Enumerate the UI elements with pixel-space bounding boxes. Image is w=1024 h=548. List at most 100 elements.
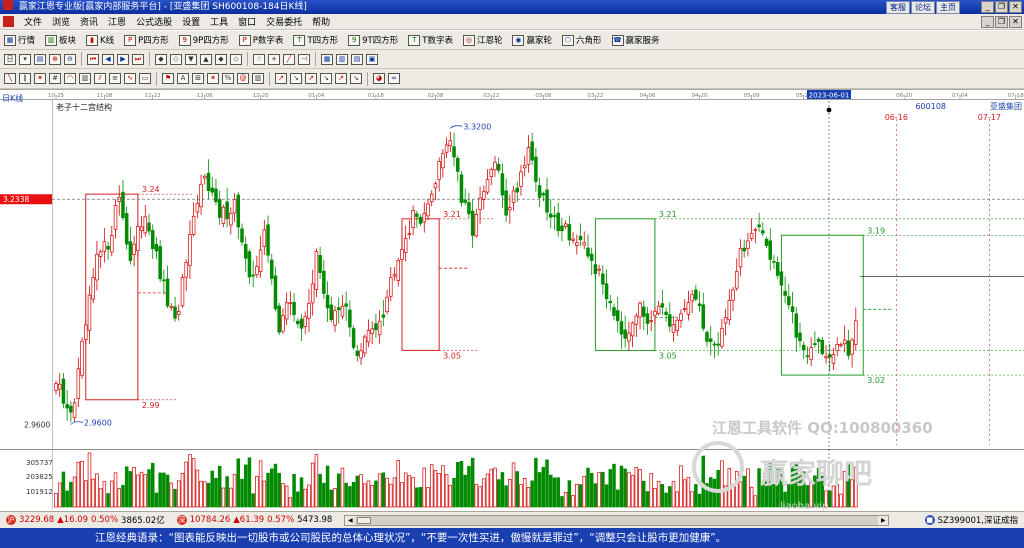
channel-icon[interactable]: ⫽ bbox=[94, 73, 106, 84]
tile-icon[interactable]: ▤ bbox=[34, 53, 46, 65]
gann-icon[interactable]: ⊞ bbox=[192, 73, 204, 84]
doc-minimize-icon[interactable]: _ bbox=[981, 16, 994, 28]
arrow-icon[interactable]: ↘ bbox=[350, 73, 362, 84]
tool-service[interactable]: ☎ 赢家服务 bbox=[611, 34, 660, 46]
scroll-thumb[interactable] bbox=[357, 516, 372, 524]
menu-help[interactable]: 帮助 bbox=[312, 15, 330, 28]
scroll-right-icon[interactable]: ▶ bbox=[878, 515, 889, 525]
link-service[interactable]: 客服 bbox=[886, 1, 910, 14]
arrow-icon[interactable]: ↗ bbox=[305, 73, 317, 84]
box-icon[interactable]: ▭ bbox=[139, 73, 151, 84]
menu-tools[interactable]: 工具 bbox=[210, 15, 228, 28]
grid-icon[interactable]: # bbox=[49, 73, 61, 84]
fan-icon[interactable]: ✶ bbox=[34, 73, 46, 84]
tool-icon[interactable]: ⚑ bbox=[162, 73, 174, 84]
volume-bar-up bbox=[511, 462, 516, 508]
link-forum[interactable]: 论坛 bbox=[911, 1, 935, 14]
period-icon[interactable]: 日 bbox=[4, 53, 16, 65]
sz-index-cell[interactable]: 深 10784.26 ▲61.39 0.57% 5473.98 bbox=[171, 515, 339, 525]
menu-browse[interactable]: 浏览 bbox=[52, 15, 70, 28]
tool-p-table[interactable]: P P数字表 bbox=[238, 34, 283, 46]
status-bar: 沪 3229.68 ▲16.09 0.50% 3865.02亿 深 10784.… bbox=[0, 511, 1024, 528]
volume-bar-down bbox=[162, 472, 166, 508]
line-icon[interactable]: ╱ bbox=[283, 53, 295, 65]
scroll-left-icon[interactable]: ◀ bbox=[345, 515, 356, 525]
tool-quotes[interactable]: ▦ 行情 bbox=[4, 34, 35, 46]
last-icon[interactable]: ⏭ bbox=[132, 53, 144, 65]
tool-sectors[interactable]: ▥ 板块 bbox=[45, 34, 76, 46]
hand-icon[interactable]: ☝ bbox=[253, 53, 265, 65]
tool-9p-square[interactable]: 9 9P四方形 bbox=[178, 34, 229, 46]
fan-icon[interactable]: ✶ bbox=[207, 73, 219, 84]
percent-icon[interactable]: % bbox=[222, 73, 234, 84]
menu-info[interactable]: 资讯 bbox=[80, 15, 98, 28]
link-home[interactable]: 主页 bbox=[936, 1, 960, 14]
arrow-icon[interactable]: ↗ bbox=[335, 73, 347, 84]
candle-up bbox=[746, 240, 750, 249]
candle-down bbox=[801, 344, 806, 351]
trend-line-icon[interactable]: ╲ bbox=[4, 73, 16, 84]
arrow-up-icon[interactable]: ▲ bbox=[200, 53, 212, 65]
doc-close-icon[interactable]: ✕ bbox=[1009, 16, 1022, 28]
first-icon[interactable]: ⏮ bbox=[87, 53, 99, 65]
arrow-icon[interactable]: ↘ bbox=[290, 73, 302, 84]
crosshair-icon[interactable]: + bbox=[268, 53, 280, 65]
diamond-icon[interactable]: ◆ bbox=[155, 53, 167, 65]
arrow-down-icon[interactable]: ▼ bbox=[185, 53, 197, 65]
diamond-icon[interactable]: ◇ bbox=[170, 53, 182, 65]
spiral-icon[interactable]: @ bbox=[237, 73, 249, 84]
layout-icon[interactable]: ▥ bbox=[336, 53, 348, 65]
diamond-icon[interactable]: ◆ bbox=[215, 53, 227, 65]
tool-p-square[interactable]: P P四方形 bbox=[124, 34, 169, 46]
color-wheel-icon[interactable]: ◕ bbox=[373, 73, 385, 84]
prev-icon[interactable]: ◀ bbox=[102, 53, 114, 65]
menu-gann[interactable]: 江恩 bbox=[108, 15, 126, 28]
dropdown-icon[interactable]: ▾ bbox=[19, 53, 31, 65]
chart-area[interactable]: 10-25 11-08 11-22 12-06 12-20 01-04 01-18 02-08… bbox=[0, 89, 1024, 511]
cycle-icon[interactable]: ∿ bbox=[124, 73, 136, 84]
arrow-icon[interactable]: ↗ bbox=[275, 73, 287, 84]
infinity-icon[interactable]: ∞ bbox=[388, 73, 400, 84]
candle-down bbox=[173, 306, 177, 319]
text-icon[interactable]: A bbox=[177, 73, 189, 84]
menu-file[interactable]: 文件 bbox=[24, 15, 42, 28]
candle-up bbox=[508, 207, 512, 211]
zoom-out-icon[interactable]: ⊖ bbox=[64, 53, 76, 65]
menu-settings[interactable]: 设置 bbox=[182, 15, 200, 28]
extreme-label: 3.3200 bbox=[463, 122, 491, 131]
restore-icon[interactable]: ❐ bbox=[995, 1, 1008, 13]
menu-window[interactable]: 窗口 bbox=[238, 15, 256, 28]
doc-restore-icon[interactable]: ❐ bbox=[995, 16, 1008, 28]
layout-icon[interactable]: ▤ bbox=[351, 53, 363, 65]
menu-trade[interactable]: 交易委托 bbox=[266, 15, 302, 28]
tool-hexagon[interactable]: ⬡ 六角形 bbox=[561, 34, 602, 46]
close-icon[interactable]: ✕ bbox=[1009, 1, 1022, 13]
sh-index-cell[interactable]: 沪 3229.68 ▲16.09 0.50% 3865.02亿 bbox=[0, 514, 171, 526]
tool-gann-wheel[interactable]: ◎ 江恩轮 bbox=[462, 34, 502, 46]
arc-icon[interactable]: ◠ bbox=[64, 73, 76, 84]
volume-bar-down bbox=[712, 478, 717, 508]
parallel-icon[interactable]: ∥ bbox=[19, 73, 31, 84]
tool-9t-square[interactable]: 9 9T四方形 bbox=[348, 34, 398, 46]
arrow-icon[interactable]: ↘ bbox=[320, 73, 332, 84]
chart-scrollbar[interactable]: ◀ ▶ bbox=[344, 514, 890, 526]
bars-icon[interactable]: ▥ bbox=[252, 73, 264, 84]
tool-t-table[interactable]: T T数字表 bbox=[408, 34, 453, 46]
candlestick-chart[interactable]: 10-25 11-08 11-22 12-06 12-20 01-04 01-18 02-08… bbox=[0, 89, 1024, 511]
ruler-icon[interactable]: ⊣ bbox=[298, 53, 310, 65]
tool-kline[interactable]: ▮ K线 bbox=[86, 34, 114, 46]
tool-winner-wheel[interactable]: ◉ 赢家轮 bbox=[512, 34, 552, 46]
layout-icon[interactable]: ▦ bbox=[321, 53, 333, 65]
zoom-in-icon[interactable]: ⊕ bbox=[49, 53, 61, 65]
fib-icon[interactable]: ≡ bbox=[109, 73, 121, 84]
diamond-icon[interactable]: ◇ bbox=[230, 53, 242, 65]
minimize-icon[interactable]: _ bbox=[981, 1, 994, 13]
menu-formula[interactable]: 公式选股 bbox=[136, 15, 172, 28]
volume-bar-up bbox=[441, 465, 445, 508]
sz-index-name-cell[interactable]: ■ SZ399001,深证成指 bbox=[919, 514, 1024, 526]
layout-icon[interactable]: ▣ bbox=[366, 53, 378, 65]
bars-icon[interactable]: ▥ bbox=[79, 73, 91, 84]
volume-bar-up bbox=[169, 482, 174, 508]
tool-t-square[interactable]: T T四方形 bbox=[293, 34, 338, 46]
next-icon[interactable]: ▶ bbox=[117, 53, 129, 65]
